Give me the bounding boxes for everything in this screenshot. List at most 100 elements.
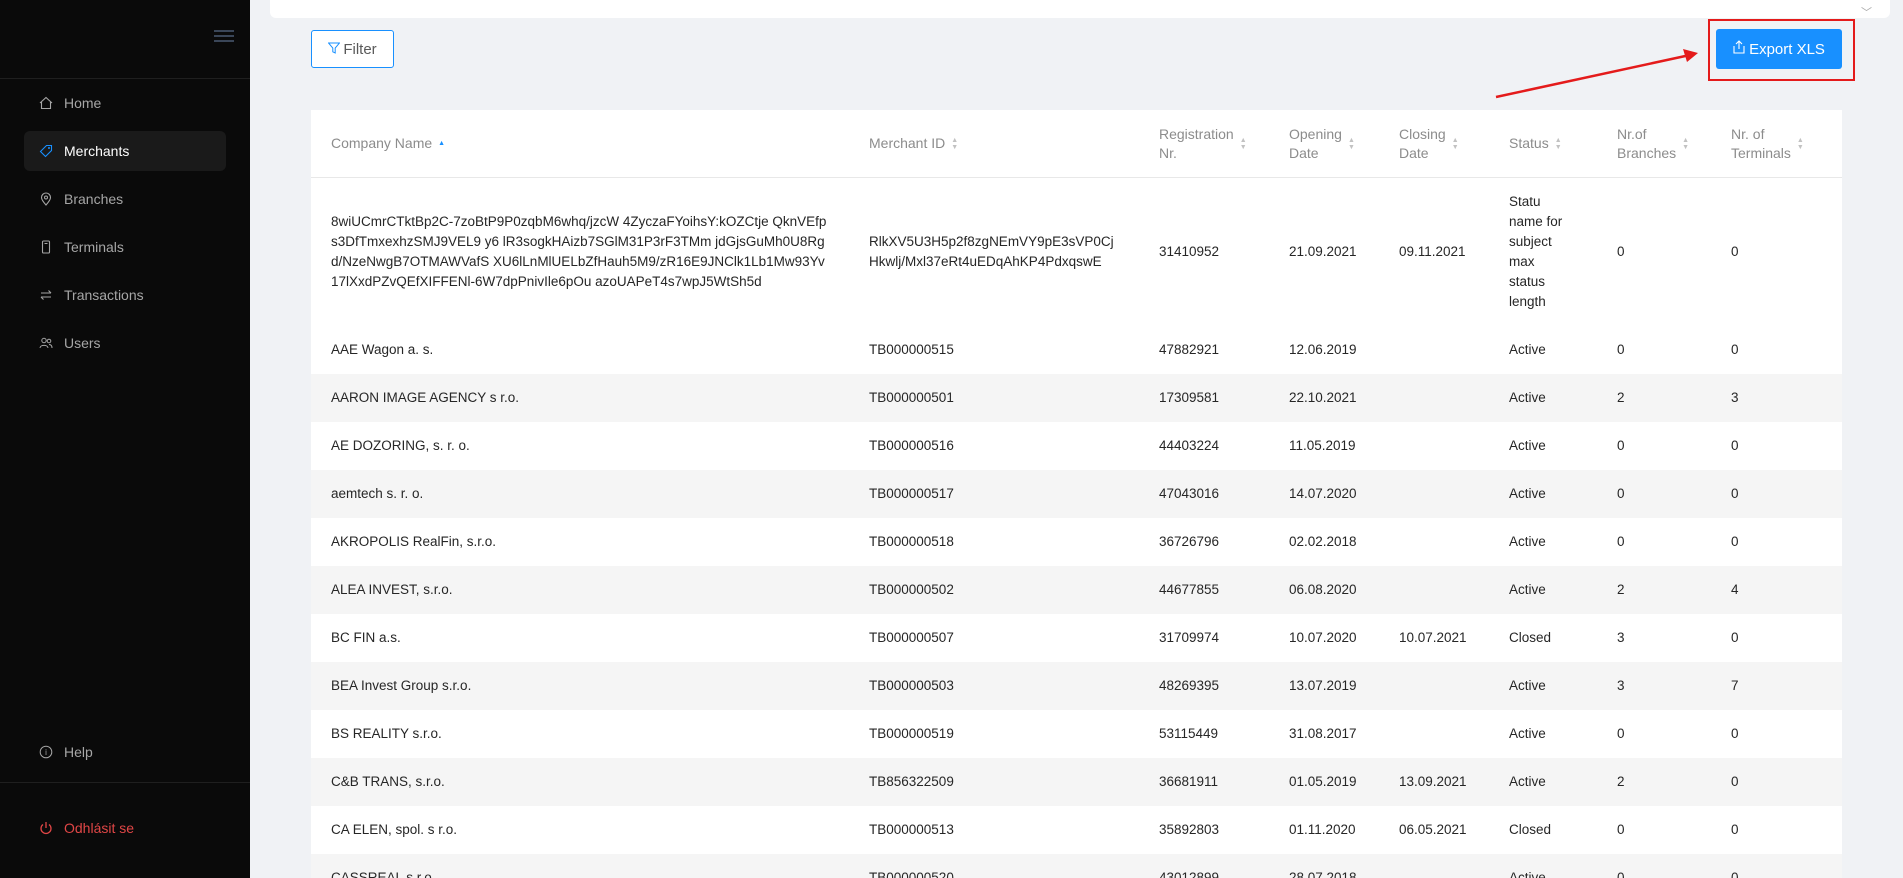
sort-icon[interactable]: ▲ ▼ (1555, 137, 1562, 151)
sidebar-item-help[interactable]: i Help (24, 732, 226, 772)
table-row[interactable]: AARON IMAGE AGENCY s r.o. TB000000501 1730… (311, 374, 1842, 422)
sort-icon[interactable]: ▲ ▼ (1348, 137, 1355, 151)
table-row[interactable]: AE DOZORING, s. r. o. TB000000516 44403224… (311, 422, 1842, 470)
sidebar-item-users[interactable]: Users (24, 323, 226, 363)
table-row[interactable]: C&B TRANS, s.r.o. TB856322509 36681911 01.0… (311, 758, 1842, 806)
column-header-registration[interactable]: Registration Nr. ▲ ▼ (1139, 110, 1269, 177)
table-row[interactable]: CA ELEN, spol. s r.o. TB000000513 35892803… (311, 806, 1842, 854)
cell-status: Active (1509, 390, 1546, 405)
table-row[interactable]: AKROPOLIS RealFin, s.r.o. TB000000518 3672… (311, 518, 1842, 566)
sidebar-divider (0, 782, 250, 783)
table-row[interactable]: aemtech s. r. o. TB000000517 47043016 14.07… (311, 470, 1842, 518)
sort-icon[interactable]: ▲ ▼ (1797, 137, 1804, 151)
cell-terminals: 4 (1731, 582, 1739, 597)
cell-branches: 0 (1617, 822, 1625, 837)
cell-company: CA ELEN, spol. s r.o. (331, 822, 458, 837)
export-xls-button[interactable]: Export XLS (1716, 29, 1842, 69)
cell-opening-date: 21.09.2021 (1289, 244, 1357, 259)
power-icon (38, 820, 54, 836)
export-label: Export XLS (1749, 40, 1825, 58)
sidebar-item-label: Terminals (64, 239, 124, 255)
cell-status: Active (1509, 534, 1546, 549)
svg-text:i: i (45, 748, 47, 757)
cell-status: Closed (1509, 630, 1552, 645)
column-header-status[interactable]: Status ▲ ▼ (1489, 110, 1597, 177)
cell-registration: 43012899 (1159, 870, 1220, 878)
cell-closing-date (1379, 566, 1489, 614)
column-label: Nr. of Terminals (1731, 125, 1791, 161)
sort-icon[interactable]: ▲ ▼ (1452, 137, 1459, 151)
cell-company: AARON IMAGE AGENCY s r.o. (331, 390, 520, 405)
cell-merchant-id: TB000000501 (869, 390, 954, 405)
table-row[interactable]: BS REALITY s.r.o. TB000000519 53115449 31.0… (311, 710, 1842, 758)
cell-company: C&B TRANS, s.r.o. (331, 774, 445, 789)
sidebar-item-branches[interactable]: Branches (24, 179, 226, 219)
cell-registration: 17309581 (1159, 390, 1220, 405)
column-header-closing-date[interactable]: Closing Date ▲ ▼ (1379, 110, 1489, 177)
cell-terminals: 0 (1731, 774, 1739, 789)
cell-opening-date: 31.08.2017 (1289, 726, 1357, 741)
column-label: Nr.of Branches (1617, 125, 1677, 161)
column-header-merchant-id[interactable]: Merchant ID ▲ ▼ (849, 110, 1139, 177)
cell-merchant-id: TB000000507 (869, 630, 954, 645)
filter-icon (327, 41, 341, 58)
column-label: Registration Nr. (1159, 125, 1234, 161)
sort-icon[interactable]: ▲ (438, 140, 445, 147)
cell-merchant-id: TB000000519 (869, 726, 954, 741)
cell-registration: 44677855 (1159, 582, 1220, 597)
column-header-branches[interactable]: Nr.of Branches ▲ ▼ (1597, 110, 1711, 177)
cell-opening-date: 28.07.2018 (1289, 870, 1357, 878)
cell-opening-date: 13.07.2019 (1289, 678, 1357, 693)
cell-opening-date: 22.10.2021 (1289, 390, 1357, 405)
sort-icon[interactable]: ▲ ▼ (1682, 137, 1689, 151)
cell-closing-date (1379, 374, 1489, 422)
sidebar-item-merchants[interactable]: Merchants (24, 131, 226, 171)
cell-status: Active (1509, 342, 1546, 357)
table-row[interactable]: 8wiUCmrCTktBp2C-7zoBtP9P0zqbM6whq/jzcW 4… (311, 178, 1842, 326)
table-row[interactable]: BEA Invest Group s.r.o. TB000000503 482693… (311, 662, 1842, 710)
column-header-opening-date[interactable]: Opening Date ▲ ▼ (1269, 110, 1379, 177)
cell-terminals: 0 (1731, 438, 1739, 453)
column-header-company[interactable]: Company Name ▲ (311, 110, 849, 177)
logout-button[interactable]: Odhlásit se (24, 808, 226, 848)
cell-status: Active (1509, 678, 1546, 693)
device-icon (38, 239, 54, 255)
cell-company: AKROPOLIS RealFin, s.r.o. (331, 534, 497, 549)
column-label: Company Name (331, 135, 433, 151)
filter-label: Filter (343, 40, 377, 58)
chevron-down-icon[interactable]: ﹀ (1861, 4, 1872, 20)
cell-branches: 0 (1617, 534, 1625, 549)
cell-branches: 3 (1617, 630, 1625, 645)
filter-button[interactable]: Filter (311, 30, 394, 68)
sidebar-item-terminals[interactable]: Terminals (24, 227, 226, 267)
cell-branches: 0 (1617, 244, 1625, 259)
sidebar-item-label: Merchants (64, 143, 130, 159)
table-row[interactable]: CASSREAL s.r.o. TB000000520 43012899 28.07.… (311, 854, 1842, 878)
sort-icon[interactable]: ▲ ▼ (1240, 137, 1247, 151)
cell-registration: 47043016 (1159, 486, 1220, 501)
cell-status: Active (1509, 486, 1546, 501)
annotation-arrow (1495, 49, 1698, 99)
cell-merchant-id: TB856322509 (869, 774, 954, 789)
cell-company: BEA Invest Group s.r.o. (331, 678, 472, 693)
table-row[interactable]: BC FIN a.s. TB000000507 31709974 10.07.2020… (311, 614, 1842, 662)
menu-collapse-icon[interactable] (214, 30, 234, 46)
cell-terminals: 0 (1731, 726, 1739, 741)
table-row[interactable]: AAE Wagon a. s. TB000000515 47882921 12.06.… (311, 326, 1842, 374)
cell-terminals: 0 (1731, 534, 1739, 549)
table-row[interactable]: ALEA INVEST, s.r.o. TB000000502 44677855 06… (311, 566, 1842, 614)
sidebar-item-home[interactable]: Home (24, 83, 226, 123)
sidebar-item-transactions[interactable]: Transactions (24, 275, 226, 315)
cell-terminals: 0 (1731, 630, 1739, 645)
cell-merchant-id: TB000000516 (869, 438, 954, 453)
cell-closing-date (1379, 470, 1489, 518)
cell-company: AE DOZORING, s. r. o. (331, 438, 470, 453)
cell-opening-date: 12.06.2019 (1289, 342, 1357, 357)
cell-registration: 31410952 (1159, 244, 1220, 259)
cell-company: aemtech s. r. o. (331, 486, 424, 501)
cell-branches: 0 (1617, 438, 1625, 453)
column-header-terminals[interactable]: Nr. of Terminals ▲ ▼ (1711, 110, 1842, 177)
cell-branches: 0 (1617, 342, 1625, 357)
sort-icon[interactable]: ▲ ▼ (951, 137, 958, 151)
cell-opening-date: 14.07.2020 (1289, 486, 1357, 501)
